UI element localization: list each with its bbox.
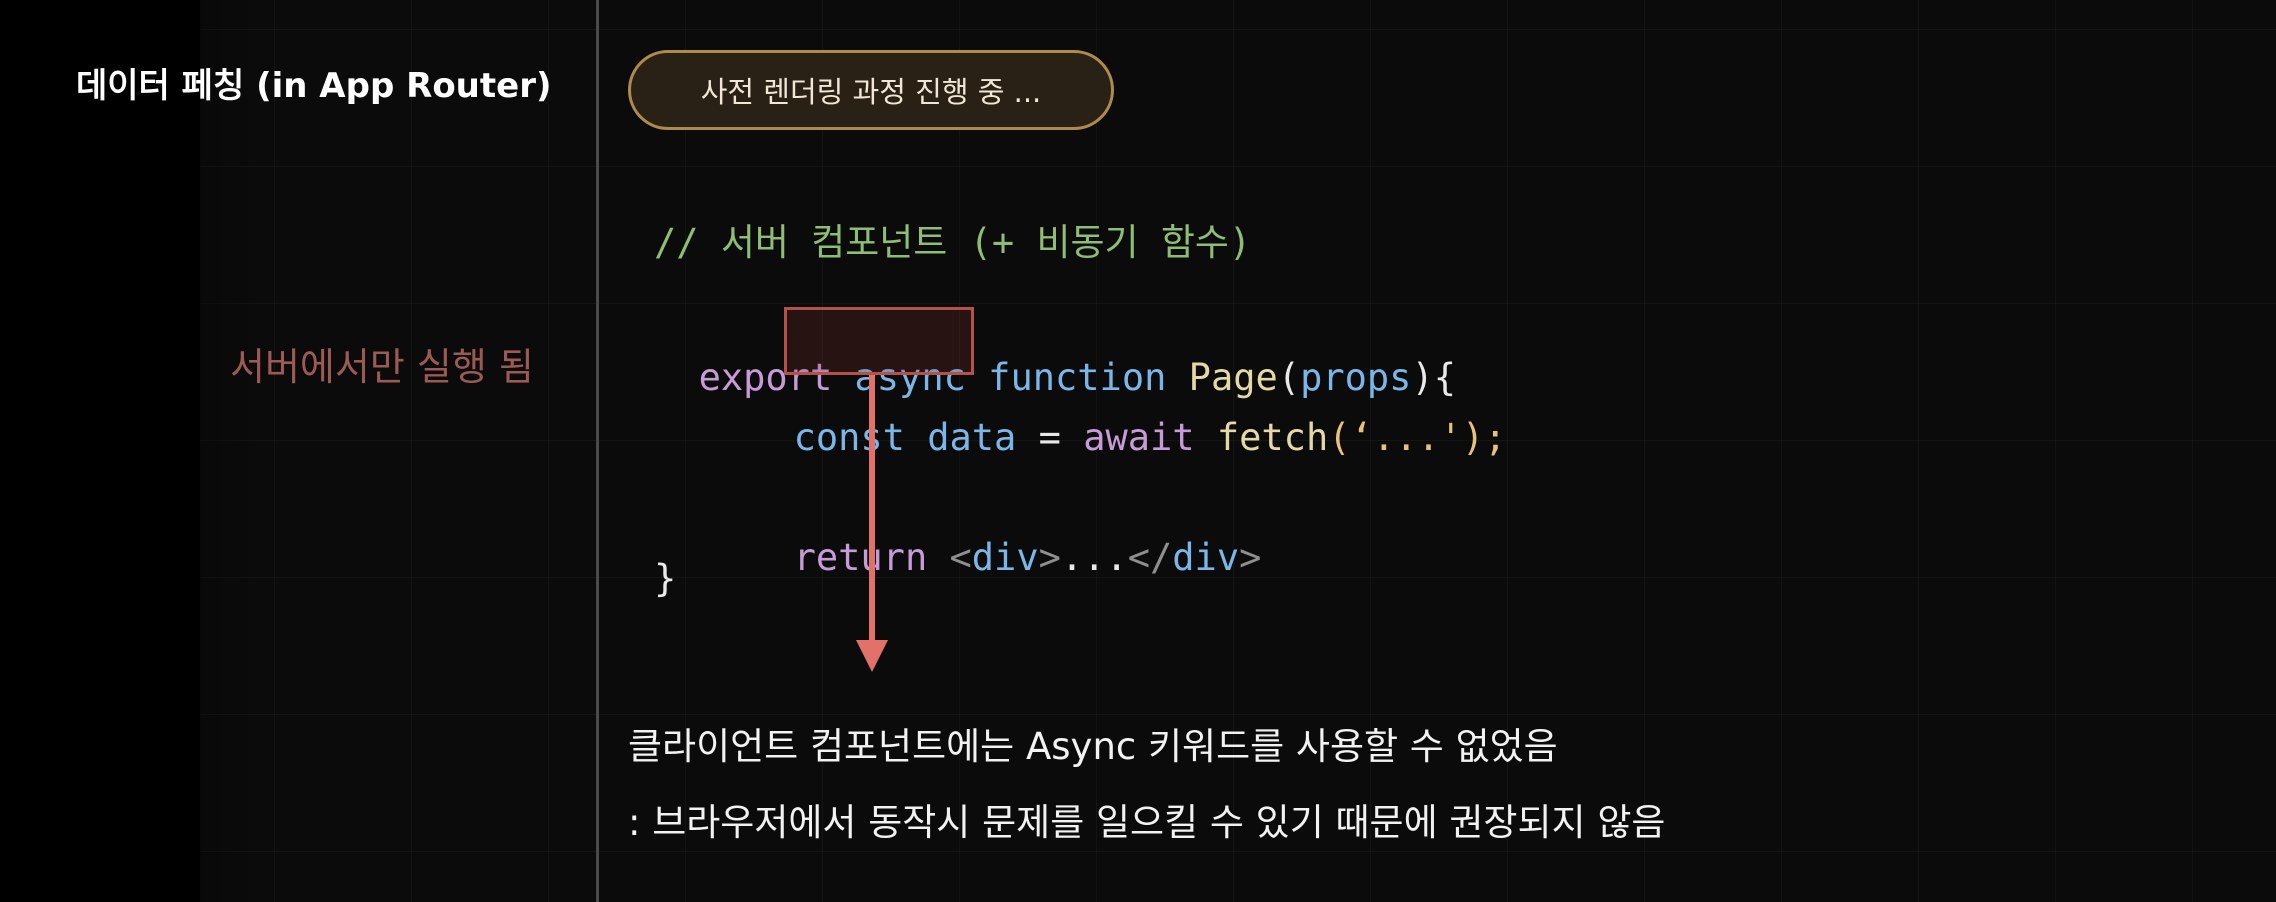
jsx-dots: ... — [1060, 536, 1128, 579]
fetch-arg: (‘...'); — [1328, 416, 1507, 459]
tag-close-lt: </ — [1127, 536, 1173, 579]
left-fade — [0, 0, 200, 902]
keyword-const: const — [793, 416, 905, 459]
code-line-3: return <div>...</div> — [749, 502, 1262, 579]
tag-open-lt: < — [949, 536, 972, 579]
tag-open-div: div — [971, 536, 1039, 579]
prerendering-status-pill: 사전 렌더링 과정 진행 중 ... — [628, 50, 1114, 130]
var-data: data — [927, 416, 1017, 459]
async-highlight-box — [784, 307, 974, 375]
code-line-4: } — [654, 557, 677, 600]
slide-title: 데이터 페칭 (in App Router) — [76, 66, 552, 106]
fetch-call: fetch — [1216, 416, 1329, 459]
tag-open-gt: > — [1038, 536, 1061, 579]
server-only-note: 서버에서만 실행 됨 — [230, 345, 534, 389]
arrow-shaft — [869, 375, 875, 643]
code-comment: // 서버 컴포넌트 (+ 비동기 함수) — [654, 221, 1252, 264]
keyword-return: return — [793, 536, 928, 579]
equals-sign: = — [1038, 416, 1061, 459]
arrow-down-icon — [856, 640, 888, 672]
tag-close-gt: > — [1239, 536, 1262, 579]
vertical-divider — [596, 0, 599, 902]
keyword-await: await — [1083, 416, 1195, 459]
description-line-2: : 브라우저에서 동작시 문제를 일으킬 수 있기 때문에 권장되지 않음 — [628, 801, 1666, 844]
code-line-2: const data = await fetch(‘...'); — [749, 382, 1507, 459]
description-line-1: 클라이언트 컴포넌트에는 Async 키워드를 사용할 수 없었음 — [628, 725, 1558, 768]
tag-close-div: div — [1172, 536, 1240, 579]
